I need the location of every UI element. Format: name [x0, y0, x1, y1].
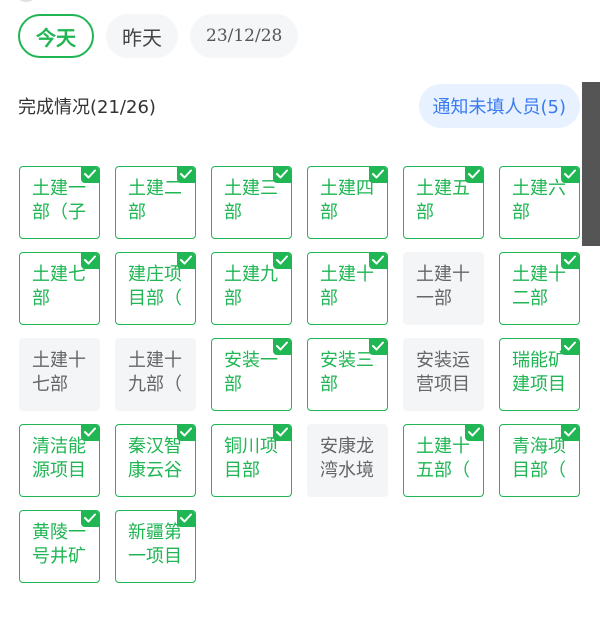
department-label: 土建七部: [32, 264, 86, 309]
status-header: 完成情况(21/26) 通知未填人员(5): [18, 84, 580, 128]
check-icon: [561, 425, 579, 441]
check-icon: [369, 339, 387, 355]
check-icon: [465, 425, 483, 441]
check-icon: [81, 167, 99, 183]
department-tile[interactable]: 土建十二部: [499, 252, 580, 325]
department-tile[interactable]: 秦汉智康云谷: [115, 424, 196, 497]
check-icon: [561, 339, 579, 355]
check-icon: [81, 425, 99, 441]
check-icon: [81, 253, 99, 269]
check-icon: [369, 167, 387, 183]
check-icon: [273, 167, 291, 183]
department-tile[interactable]: 土建十九部（: [115, 338, 196, 411]
date-selector: 今天 昨天 23/12/28: [18, 14, 299, 58]
department-label: 安装三部: [320, 350, 374, 395]
department-tile[interactable]: 土建三部: [211, 166, 292, 239]
avatar[interactable]: [14, 0, 38, 2]
department-tile[interactable]: 建庄项目部（: [115, 252, 196, 325]
check-icon: [561, 253, 579, 269]
department-label: 黄陵一号井矿: [32, 522, 86, 567]
department-label: 铜川项目部: [224, 436, 278, 481]
department-label: 新疆第一项目: [128, 522, 182, 567]
notify-unfilled-button[interactable]: 通知未填人员(5): [418, 84, 580, 128]
check-icon: [177, 511, 195, 527]
department-tile[interactable]: 安装一部: [211, 338, 292, 411]
department-label: 土建十一部: [416, 264, 470, 309]
check-icon: [177, 425, 195, 441]
department-tile[interactable]: 青海项目部（: [499, 424, 580, 497]
department-label: 土建六部: [512, 178, 566, 223]
department-tile[interactable]: 安装运营项目: [403, 338, 484, 411]
department-label: 土建九部: [224, 264, 278, 309]
department-tile[interactable]: 土建四部: [307, 166, 388, 239]
department-tile[interactable]: 铜川项目部: [211, 424, 292, 497]
department-tile[interactable]: 土建十部: [307, 252, 388, 325]
department-tile[interactable]: 土建七部: [19, 252, 100, 325]
department-tile[interactable]: 清洁能源项目: [19, 424, 100, 497]
check-icon: [273, 425, 291, 441]
date-yesterday-button[interactable]: 昨天: [106, 14, 178, 58]
department-tile[interactable]: 土建十七部: [19, 338, 100, 411]
department-label: 土建十部: [320, 264, 374, 309]
department-tile[interactable]: 瑞能矿建项目: [499, 338, 580, 411]
department-tile[interactable]: 土建一部（子: [19, 166, 100, 239]
department-tile[interactable]: 土建九部: [211, 252, 292, 325]
department-label: 安装一部: [224, 350, 278, 395]
department-tile[interactable]: 土建二部: [115, 166, 196, 239]
check-icon: [465, 167, 483, 183]
department-label: 土建二部: [128, 178, 182, 223]
check-icon: [273, 253, 291, 269]
department-tile[interactable]: 安装三部: [307, 338, 388, 411]
department-label: 土建一部（子: [32, 178, 86, 223]
department-label: 土建三部: [224, 178, 278, 223]
department-label: 安康龙湾水境: [320, 436, 374, 481]
report-status-page: 今天 昨天 23/12/28 完成情况(21/26) 通知未填人员(5) 土建一…: [0, 0, 600, 640]
department-tile[interactable]: 土建十五部（: [403, 424, 484, 497]
date-today-button[interactable]: 今天: [18, 14, 94, 58]
check-icon: [177, 253, 195, 269]
department-label: 建庄项目部（: [128, 264, 182, 309]
check-icon: [369, 253, 387, 269]
check-icon: [561, 167, 579, 183]
scrollbar-thumb[interactable]: [582, 82, 600, 246]
department-tile[interactable]: 黄陵一号井矿: [19, 510, 100, 583]
department-label: 安装运营项目: [416, 350, 470, 395]
completion-status-title: 完成情况(21/26): [18, 97, 156, 118]
check-icon: [177, 167, 195, 183]
department-label: 土建十二部: [512, 264, 566, 309]
department-label: 土建五部: [416, 178, 470, 223]
check-icon: [273, 339, 291, 355]
department-label: 青海项目部（: [512, 436, 566, 481]
department-label: 土建十九部（: [128, 350, 182, 395]
department-tile[interactable]: 新疆第一项目: [115, 510, 196, 583]
department-label: 清洁能源项目: [32, 436, 86, 481]
department-label: 秦汉智康云谷: [128, 436, 182, 481]
department-label: 土建四部: [320, 178, 374, 223]
department-tile[interactable]: 土建十一部: [403, 252, 484, 325]
department-label: 土建十五部（: [416, 436, 470, 481]
department-label: 瑞能矿建项目: [512, 350, 566, 395]
department-grid: 土建一部（子 土建二部 土建三部 土建四部 土建五部 土建六部土建七部 建庄项目部（ 土建九部…: [19, 166, 580, 583]
department-tile[interactable]: 土建六部: [499, 166, 580, 239]
department-tile[interactable]: 土建五部: [403, 166, 484, 239]
check-icon: [81, 511, 99, 527]
department-label: 土建十七部: [32, 350, 86, 395]
date-picker-button[interactable]: 23/12/28: [190, 14, 299, 58]
department-tile[interactable]: 安康龙湾水境: [307, 424, 388, 497]
